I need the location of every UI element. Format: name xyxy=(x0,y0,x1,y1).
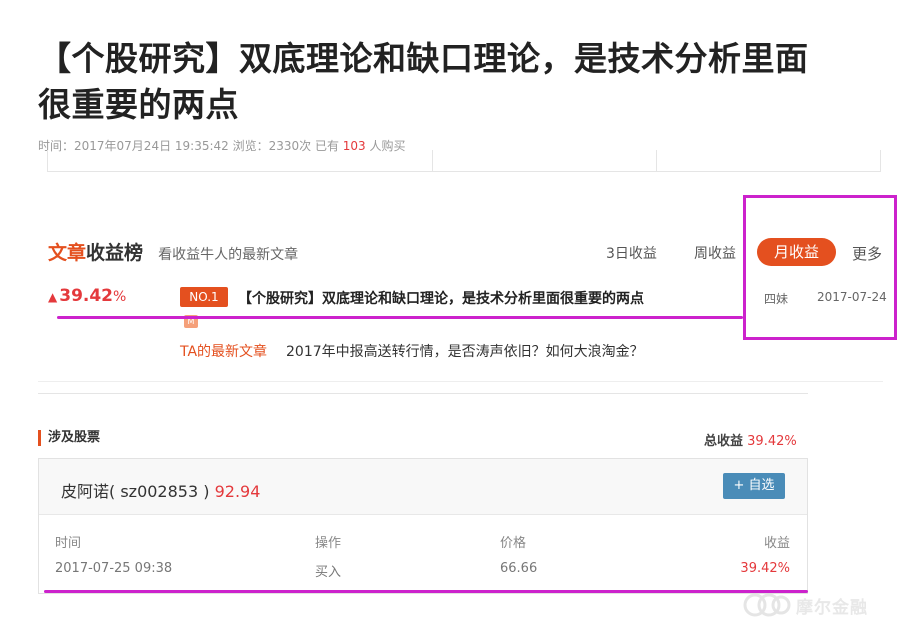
tab-week-return[interactable]: 周收益 xyxy=(694,243,736,263)
latest-article-link[interactable]: 2017年中报高送转行情，是否涛声依旧？如何大浪淘金？ xyxy=(286,341,644,361)
cell-price: 66.66 xyxy=(500,561,538,576)
annotation-underline xyxy=(57,316,743,319)
top-return-value: 39.42 xyxy=(59,286,114,306)
watermark-rings-icon xyxy=(743,593,791,617)
section-divider xyxy=(38,381,883,382)
ranking-title-part1: 文章 xyxy=(48,242,87,264)
latest-article-label: TA的最新文章 xyxy=(180,344,268,360)
stock-name[interactable]: 皮阿诺( sz002853 ) 92.94 xyxy=(61,478,260,502)
total-return: 总收益 39.42% xyxy=(704,430,797,449)
watermark-text: 摩尔金融 xyxy=(796,597,868,618)
top-return: ▲ 39.42% xyxy=(48,286,126,306)
annotation-box xyxy=(743,195,897,340)
rank-badge: NO.1 xyxy=(180,287,228,307)
column-header-action: 操作 xyxy=(315,536,342,551)
cut-row-divider xyxy=(656,150,657,172)
column-header-price: 价格 xyxy=(500,536,527,551)
top-return-unit: % xyxy=(113,289,127,305)
stock-card: 皮阿诺( sz002853 ) 92.94 + 自选 时间 操作 价格 收益 2… xyxy=(38,458,808,594)
cut-row-border xyxy=(47,171,881,172)
column-header-time: 时间 xyxy=(55,536,82,551)
stock-card-header: 皮阿诺( sz002853 ) 92.94 + 自选 xyxy=(39,459,807,515)
article-meta: 时间：2017年07月24日 19:35:42 浏览：2330次 已有 103 … xyxy=(38,137,406,154)
cell-time: 2017-07-25 09:38 xyxy=(55,561,173,576)
annotation-underline xyxy=(44,590,808,593)
stocks-heading: 涉及股票 xyxy=(38,430,100,446)
buyer-count: 103 xyxy=(342,139,366,153)
section-divider xyxy=(38,393,808,394)
ranking-title-part2: 收益榜 xyxy=(86,242,144,264)
add-watchlist-button[interactable]: + 自选 xyxy=(723,473,785,499)
up-arrow-icon: ▲ xyxy=(48,290,58,304)
cut-row-divider xyxy=(47,150,48,172)
cut-row-divider xyxy=(880,150,881,172)
ranking-header: 文章收益榜 看收益牛人的最新文章 xyxy=(48,238,298,265)
cell-action: 买入 xyxy=(315,565,342,580)
tab-3day-return[interactable]: 3日收益 xyxy=(606,243,657,263)
total-return-label: 总收益 xyxy=(704,434,744,449)
cell-return: 39.42% xyxy=(740,561,790,576)
article-meta-prefix: 时间：2017年07月24日 19:35:42 浏览：2330次 已有 xyxy=(38,139,343,153)
watermark-logo: 摩尔金融 xyxy=(742,592,868,620)
ranking-subtitle: 看收益牛人的最新文章 xyxy=(158,247,299,263)
total-return-value: 39.42% xyxy=(747,434,797,449)
stock-price: 92.94 xyxy=(214,482,261,501)
top-article-link[interactable]: 【个股研究】双底理论和缺口理论，是技术分析里面很重要的两点 xyxy=(238,288,644,308)
cut-row-divider xyxy=(432,150,433,172)
article-meta-suffix: 人购买 xyxy=(365,139,406,153)
stock-name-text: 皮阿诺( sz002853 ) xyxy=(61,482,210,501)
column-header-return: 收益 xyxy=(763,536,790,551)
article-title: 【个股研究】双底理论和缺口理论，是技术分析里面很重要的两点 xyxy=(38,39,809,124)
